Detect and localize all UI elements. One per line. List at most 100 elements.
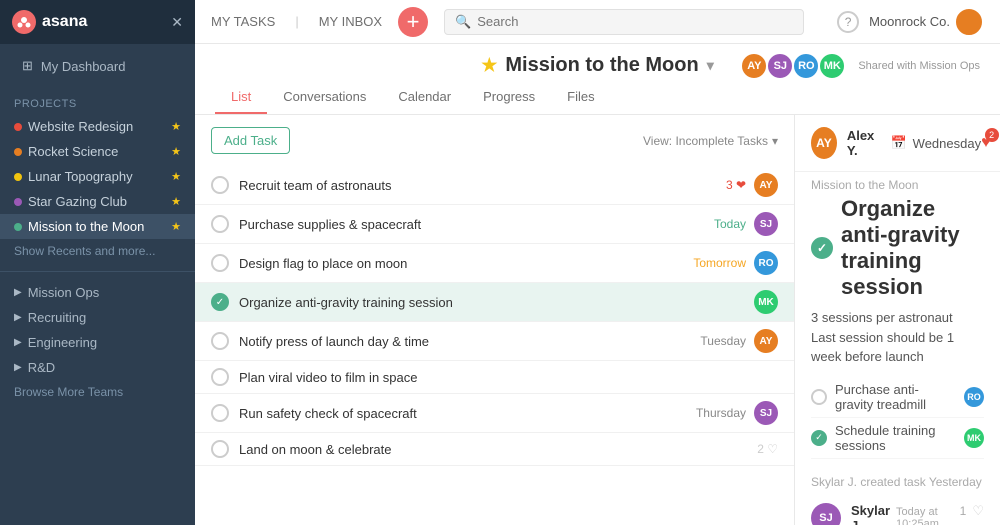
due-date-icon: 📅 — [890, 135, 906, 151]
detail-panel: AY Alex Y. 📅 Wednesday ♥ 2 🏷 📎 🔗 ••• — [795, 115, 1000, 525]
table-row[interactable]: Design flag to place on moon Tomorrow RO — [195, 244, 794, 283]
star-gazing-label: Star Gazing Club — [28, 194, 127, 209]
task-avatar-3: RO — [754, 251, 778, 275]
website-redesign-label: Website Redesign — [28, 119, 133, 134]
table-row[interactable]: Purchase supplies & spacecraft Today SJ — [195, 205, 794, 244]
subtask-avatar-2: MK — [964, 428, 984, 448]
task-date-2: Today — [714, 217, 746, 231]
asana-logo: asana — [12, 10, 87, 34]
sidebar-close-icon[interactable]: ✕ — [171, 14, 183, 31]
sidebar-team-mission-ops[interactable]: ▶ Mission Ops — [0, 280, 195, 305]
sidebar-item-star-gazing[interactable]: Star Gazing Club ★ — [0, 189, 195, 214]
subtask-check-1[interactable] — [811, 389, 827, 405]
sidebar: asana ✕ ⊞ My Dashboard PROJECTS Website … — [0, 0, 195, 525]
project-tabs: List Conversations Calendar Progress Fil… — [215, 81, 980, 114]
task-checkbox-6[interactable] — [211, 368, 229, 386]
sidebar-item-mission-moon[interactable]: Mission to the Moon ★ — [0, 214, 195, 239]
topbar-right: ? Moonrock Co. — [837, 7, 984, 37]
topbar-separator: | — [295, 14, 298, 29]
my-inbox-link[interactable]: MY INBOX — [319, 10, 382, 33]
task-name-1: Recruit team of astronauts — [239, 178, 726, 193]
table-row[interactable]: Run safety check of spacecraft Thursday … — [195, 394, 794, 433]
project-title-row: ★ Mission to the Moon ▾ AY SJ RO MK Shar… — [215, 44, 980, 81]
user-avatar[interactable] — [954, 7, 984, 37]
comment-like-1[interactable]: ♡ — [972, 503, 984, 519]
sidebar-team-engineering[interactable]: ▶ Engineering — [0, 330, 195, 355]
table-row[interactable]: Recruit team of astronauts 3 ❤ AY — [195, 166, 794, 205]
star-icon-rocket: ★ — [171, 145, 181, 158]
sidebar-team-recruiting[interactable]: ▶ Recruiting — [0, 305, 195, 330]
task-checkbox-1[interactable] — [211, 176, 229, 194]
arrow-icon-mission-ops: ▶ — [14, 287, 22, 298]
tab-calendar[interactable]: Calendar — [382, 81, 467, 114]
my-tasks-link[interactable]: MY TASKS — [211, 10, 275, 33]
help-button[interactable]: ? — [837, 11, 859, 33]
detail-task-check[interactable]: ✓ — [811, 237, 833, 259]
mission-moon-label: Mission to the Moon — [28, 219, 144, 234]
project-caret-icon[interactable]: ▾ — [707, 57, 714, 74]
comment-like-count-1: 1 — [960, 504, 967, 518]
task-checkbox-2[interactable] — [211, 215, 229, 233]
sidebar-item-lunar-topography[interactable]: Lunar Topography ★ — [0, 164, 195, 189]
table-row[interactable]: ✓ Organize anti-gravity training session… — [195, 283, 794, 322]
comment-body-1: Skylar J. Today at 10:25am 1 ♡ Is the si… — [851, 503, 984, 525]
project-avatars: AY SJ RO MK Shared with Mission Ops — [740, 52, 980, 80]
topbar-nav: MY TASKS | MY INBOX — [211, 10, 382, 33]
avatar-mk: MK — [818, 52, 846, 80]
star-icon-lunar: ★ — [171, 170, 181, 183]
detail-assignee-name[interactable]: Alex Y. — [847, 128, 881, 158]
task-checkbox-7[interactable] — [211, 404, 229, 422]
subtask-name-2: Schedule training sessions — [835, 423, 956, 453]
comment-header-1: Skylar J. Today at 10:25am 1 ♡ — [851, 503, 984, 525]
detail-assignee-avatar: AY — [811, 127, 837, 159]
comment-author-1: Skylar J. — [851, 503, 890, 525]
add-button[interactable]: + — [398, 7, 428, 37]
avatar-ay: AY — [740, 52, 768, 80]
due-date-label[interactable]: Wednesday — [913, 136, 981, 151]
sidebar-item-rocket-science[interactable]: Rocket Science ★ — [0, 139, 195, 164]
detail-actions: ♥ 2 🏷 📎 🔗 ••• — [981, 133, 1000, 153]
view-filter-caret: ▾ — [772, 134, 778, 148]
task-avatar-1: AY — [754, 173, 778, 197]
sidebar-team-rd[interactable]: ▶ R&D — [0, 355, 195, 380]
rd-label: R&D — [28, 360, 55, 375]
task-list-toolbar: Add Task View: Incomplete Tasks ▾ — [195, 115, 794, 166]
asana-logo-text: asana — [42, 13, 87, 31]
org-name: Moonrock Co. — [869, 14, 950, 29]
sidebar-item-website-redesign[interactable]: Website Redesign ★ — [0, 114, 195, 139]
task-date-3: Tomorrow — [693, 256, 746, 270]
sidebar-item-dashboard[interactable]: ⊞ My Dashboard — [0, 52, 195, 80]
task-meta-3: Tomorrow RO — [693, 251, 778, 275]
task-checkbox-5[interactable] — [211, 332, 229, 350]
list-item[interactable]: Purchase anti-gravity treadmill RO — [811, 377, 984, 418]
task-checkbox-4[interactable]: ✓ — [211, 293, 229, 311]
view-filter-label: View: Incomplete Tasks — [643, 134, 768, 148]
detail-description: 3 sessions per astronaut Last session sh… — [795, 308, 1000, 377]
search-input[interactable] — [477, 14, 793, 29]
sidebar-header: asana ✕ — [0, 0, 195, 44]
sidebar-nav-top: ⊞ My Dashboard — [0, 44, 195, 88]
browse-teams-link[interactable]: Browse More Teams — [0, 380, 195, 404]
show-recents-link[interactable]: Show Recents and more... — [0, 239, 195, 263]
star-icon-website: ★ — [171, 120, 181, 133]
subtask-check-2[interactable]: ✓ — [811, 430, 827, 446]
tab-files[interactable]: Files — [551, 81, 610, 114]
view-filter-dropdown[interactable]: View: Incomplete Tasks ▾ — [643, 134, 778, 148]
content-area: Add Task View: Incomplete Tasks ▾ Recrui… — [195, 115, 1000, 525]
detail-header: AY Alex Y. 📅 Wednesday ♥ 2 🏷 📎 🔗 ••• — [795, 115, 1000, 172]
table-row[interactable]: Land on moon & celebrate 2 ♡ — [195, 433, 794, 466]
task-name-2: Purchase supplies & spacecraft — [239, 217, 714, 232]
detail-subtasks: Purchase anti-gravity treadmill RO ✓ Sch… — [795, 377, 1000, 469]
tab-list[interactable]: List — [215, 81, 267, 114]
task-name-4: Organize anti-gravity training session — [239, 295, 754, 310]
task-avatar-7: SJ — [754, 401, 778, 425]
add-task-button[interactable]: Add Task — [211, 127, 290, 154]
table-row[interactable]: Notify press of launch day & time Tuesda… — [195, 322, 794, 361]
tab-conversations[interactable]: Conversations — [267, 81, 382, 114]
tab-progress[interactable]: Progress — [467, 81, 551, 114]
task-checkbox-3[interactable] — [211, 254, 229, 272]
list-item[interactable]: ✓ Schedule training sessions MK — [811, 418, 984, 459]
table-row[interactable]: Plan viral video to film in space — [195, 361, 794, 394]
search-bar[interactable]: 🔍 — [444, 9, 804, 35]
task-checkbox-8[interactable] — [211, 440, 229, 458]
